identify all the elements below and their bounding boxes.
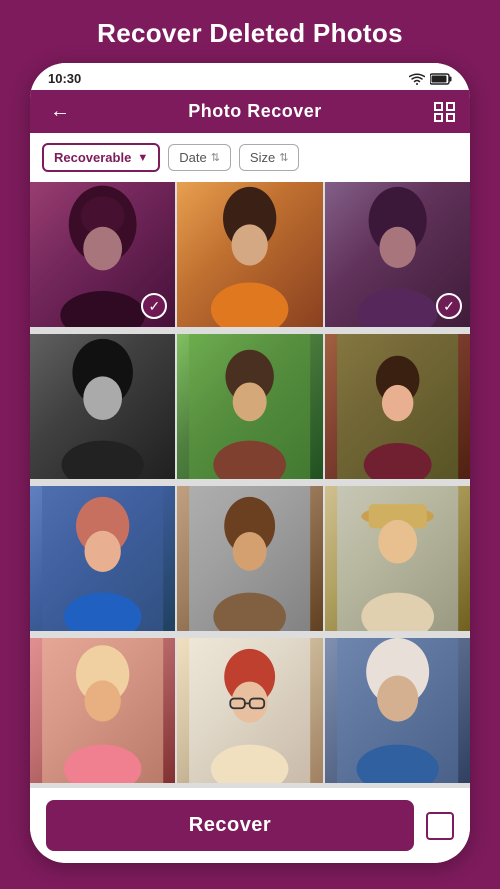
photo-cell-6[interactable] [325,334,470,479]
recoverable-filter[interactable]: Recoverable ▼ [42,143,160,172]
portrait-8 [177,486,322,631]
portrait-6 [325,334,470,479]
photo-cell-4[interactable] [30,334,175,479]
portrait-10 [30,638,175,783]
photo-cell-12[interactable] [325,638,470,783]
bottom-bar: Recover [30,788,470,863]
status-bar: 10:30 [30,63,470,90]
checkmark-1: ✓ [148,299,160,313]
select-all-checkbox[interactable] [426,812,454,840]
date-sort[interactable]: Date ⇅ [168,144,231,171]
photo-cell-3[interactable]: ✓ [325,182,470,327]
checkmark-3: ✓ [443,299,455,313]
recover-button[interactable]: Recover [46,800,414,851]
wifi-icon [409,73,425,85]
portrait-9 [325,486,470,631]
status-icons [409,73,452,85]
status-time: 10:30 [48,71,81,86]
photo-cell-2[interactable] [177,182,322,327]
date-sort-arrow: ⇅ [211,151,220,164]
portrait-7 [30,486,175,631]
portrait-2 [177,182,322,327]
photo-cell-11[interactable] [177,638,322,783]
toolbar-title: Photo Recover [188,101,322,122]
dropdown-arrow: ▼ [137,152,148,164]
back-button[interactable]: ← [44,100,76,123]
size-sort-arrow: ⇅ [279,151,288,164]
size-label: Size [250,150,275,165]
grid-icon[interactable] [434,102,456,122]
filter-bar: Recoverable ▼ Date ⇅ Size ⇅ [30,133,470,182]
size-sort[interactable]: Size ⇅ [239,144,300,171]
page-title: Recover Deleted Photos [77,0,423,63]
photo-cell-10[interactable] [30,638,175,783]
photo-cell-9[interactable] [325,486,470,631]
photo-cell-7[interactable] [30,486,175,631]
photo-cell-8[interactable] [177,486,322,631]
date-label: Date [179,150,206,165]
photo-cell-1[interactable]: ✓ [30,182,175,327]
portrait-12 [325,638,470,783]
phone-frame: 10:30 ← Photo Recover Recover [30,63,470,863]
portrait-4 [30,334,175,479]
portrait-5 [177,334,322,479]
photo-cell-5[interactable] [177,334,322,479]
battery-icon [430,73,452,85]
portrait-11 [177,638,322,783]
toolbar: ← Photo Recover [30,90,470,133]
photo-grid: ✓ ✓ [30,182,470,788]
recoverable-label: Recoverable [54,150,131,165]
